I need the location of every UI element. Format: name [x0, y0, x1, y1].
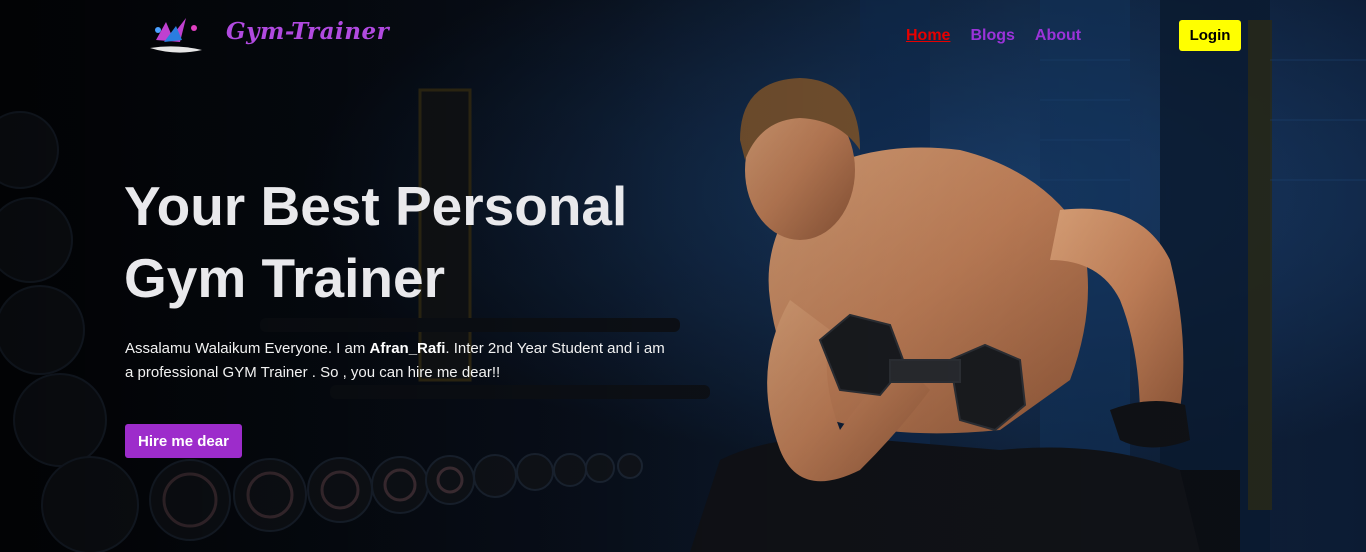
nav-link-about[interactable]: About	[1035, 27, 1081, 45]
brand-name[interactable]: Gym-Trainer	[226, 18, 389, 45]
hero-headline-line1: Your Best Personal	[124, 175, 628, 237]
hire-me-button[interactable]: Hire me dear	[125, 424, 242, 458]
intro-greeting: Assalamu Walaikum Everyone. I am	[125, 340, 370, 357]
hero-intro-text: Assalamu Walaikum Everyone. I am Afran_R…	[125, 337, 670, 385]
hero-headline-line2: Gym Trainer	[124, 247, 445, 309]
nav-link-blogs[interactable]: Blogs	[970, 27, 1014, 45]
brand-logo-icon[interactable]	[146, 14, 206, 56]
hero-headline: Your Best Personal Gym Trainer	[124, 170, 684, 314]
intro-name: Afran_Rafi	[369, 340, 446, 357]
nav-links: Home Blogs About	[906, 27, 1081, 45]
navbar: Gym-Trainer Home Blogs About Login	[0, 0, 1366, 72]
login-button[interactable]: Login	[1179, 20, 1241, 51]
nav-link-home[interactable]: Home	[906, 27, 950, 45]
